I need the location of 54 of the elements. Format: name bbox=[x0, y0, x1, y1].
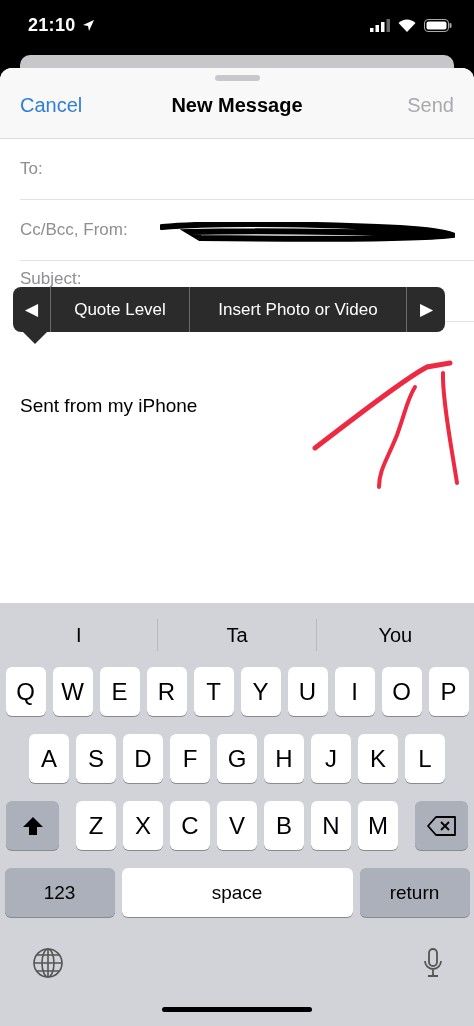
letter-key[interactable]: K bbox=[358, 734, 398, 783]
suggestion[interactable]: You bbox=[315, 619, 474, 651]
letter-key[interactable]: L bbox=[405, 734, 445, 783]
delete-icon bbox=[426, 815, 457, 836]
numbers-key[interactable]: 123 bbox=[4, 868, 115, 917]
space-key[interactable]: space bbox=[121, 868, 353, 917]
letter-key[interactable]: P bbox=[428, 667, 469, 716]
shift-icon bbox=[21, 815, 44, 836]
return-key[interactable]: return bbox=[359, 868, 470, 917]
letter-key[interactable]: J bbox=[311, 734, 351, 783]
globe-icon[interactable] bbox=[32, 947, 64, 979]
signature-text: Sent from my iPhone bbox=[20, 395, 198, 416]
status-time: 21:10 bbox=[28, 15, 76, 36]
letter-key[interactable]: O bbox=[381, 667, 422, 716]
letter-key[interactable]: S bbox=[76, 734, 116, 783]
suggestion[interactable]: I bbox=[0, 619, 158, 651]
next-button[interactable]: ▶ bbox=[407, 287, 445, 332]
field-label: To: bbox=[20, 159, 43, 179]
letter-key[interactable]: F bbox=[170, 734, 210, 783]
letter-key[interactable]: A bbox=[29, 734, 69, 783]
delete-key[interactable] bbox=[415, 801, 468, 850]
letter-key[interactable]: Y bbox=[240, 667, 281, 716]
letter-key[interactable]: M bbox=[358, 801, 398, 850]
letter-key[interactable]: H bbox=[264, 734, 304, 783]
field-label: Cc/Bcc, From: bbox=[20, 220, 128, 240]
letter-key[interactable]: V bbox=[217, 801, 257, 850]
letter-key[interactable]: D bbox=[123, 734, 163, 783]
sheet-handle[interactable] bbox=[214, 75, 260, 81]
cancel-button[interactable]: Cancel bbox=[20, 94, 83, 117]
previous-button[interactable]: ◀ bbox=[13, 287, 51, 332]
letter-key[interactable]: U bbox=[287, 667, 328, 716]
wifi-icon bbox=[398, 19, 416, 32]
letter-key[interactable]: W bbox=[52, 667, 93, 716]
field-label: Subject: bbox=[20, 269, 82, 289]
letter-key[interactable]: I bbox=[334, 667, 375, 716]
letter-key[interactable]: R bbox=[146, 667, 187, 716]
menu-item[interactable]: Insert Photo or Video bbox=[190, 287, 407, 332]
location-icon bbox=[81, 19, 95, 32]
suggestion[interactable]: Ta bbox=[157, 619, 316, 651]
letter-key[interactable]: T bbox=[193, 667, 234, 716]
letter-key[interactable]: Q bbox=[5, 667, 46, 716]
letter-key[interactable]: Z bbox=[76, 801, 116, 850]
letter-key[interactable]: E bbox=[99, 667, 140, 716]
signal-icon bbox=[370, 19, 390, 32]
screen-title: New Message bbox=[171, 94, 303, 117]
menu-item[interactable]: Quote Level bbox=[51, 287, 190, 332]
letter-key[interactable]: N bbox=[311, 801, 351, 850]
battery-icon bbox=[424, 19, 452, 32]
shift-key[interactable] bbox=[6, 801, 59, 850]
letter-key[interactable]: B bbox=[264, 801, 304, 850]
letter-key[interactable]: X bbox=[123, 801, 163, 850]
letter-key[interactable]: C bbox=[170, 801, 210, 850]
microphone-icon[interactable] bbox=[422, 947, 444, 979]
letter-key[interactable]: G bbox=[217, 734, 257, 783]
